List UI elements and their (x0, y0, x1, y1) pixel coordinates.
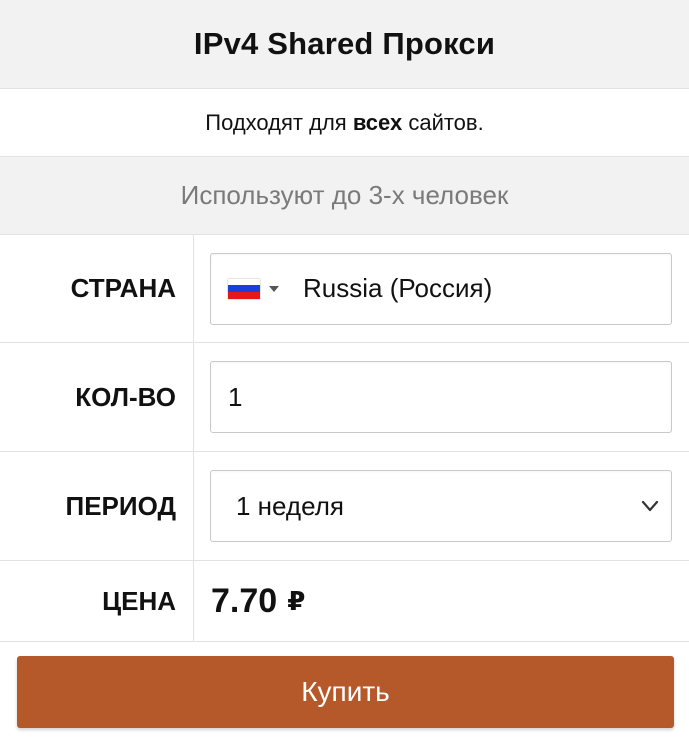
country-flag-dropdown[interactable] (211, 254, 279, 324)
price-row: ЦЕНА 7.70 ₽ (0, 561, 689, 642)
quantity-row: КОЛ-ВО 1 (0, 343, 689, 452)
period-row: ПЕРИОД 1 неделя (0, 452, 689, 561)
country-field[interactable]: Russia (Россия) (210, 252, 672, 325)
feature-users-text: Используют до 3-х человек (180, 180, 509, 210)
title-bar: IPv4 Shared Прокси (0, 0, 689, 89)
caret-down-icon (269, 285, 279, 292)
feature-sites-prefix: Подходят для (205, 109, 353, 135)
buy-button-wrap: Купить (17, 656, 674, 728)
feature-users-row: Используют до 3-х человек (0, 157, 689, 235)
country-label: СТРАНА (0, 235, 194, 342)
chevron-down-icon (641, 500, 659, 512)
price-cell: 7.70 ₽ (194, 561, 689, 641)
period-value[interactable]: 1 неделя (236, 491, 344, 522)
country-row: СТРАНА Russia (Россия) (0, 235, 689, 343)
period-select[interactable]: 1 неделя (210, 470, 672, 542)
feature-sites-bold: всех (352, 109, 403, 135)
feature-sites-row: Подходят для всех сайтов. (0, 89, 689, 157)
price-amount: 7.70 (211, 581, 278, 620)
proxy-order-card: IPv4 Shared Прокси Подходят для всех сай… (0, 0, 689, 738)
period-label: ПЕРИОД (0, 452, 194, 560)
country-cell: Russia (Россия) (194, 235, 689, 342)
price-label: ЦЕНА (0, 561, 194, 641)
russia-flag-icon (228, 278, 260, 299)
currency-symbol: ₽ (287, 585, 306, 616)
country-value[interactable]: Russia (Россия) (303, 273, 492, 304)
buy-button[interactable]: Купить (17, 656, 674, 728)
period-cell: 1 неделя (194, 452, 689, 560)
feature-sites-text: Подходят для всех сайтов. (205, 110, 483, 136)
quantity-input[interactable]: 1 (210, 361, 672, 433)
quantity-value[interactable]: 1 (228, 382, 242, 413)
feature-sites-suffix: сайтов. (402, 109, 484, 135)
quantity-cell: 1 (194, 343, 689, 451)
product-title: IPv4 Shared Прокси (193, 26, 496, 61)
quantity-label: КОЛ-ВО (0, 343, 194, 451)
